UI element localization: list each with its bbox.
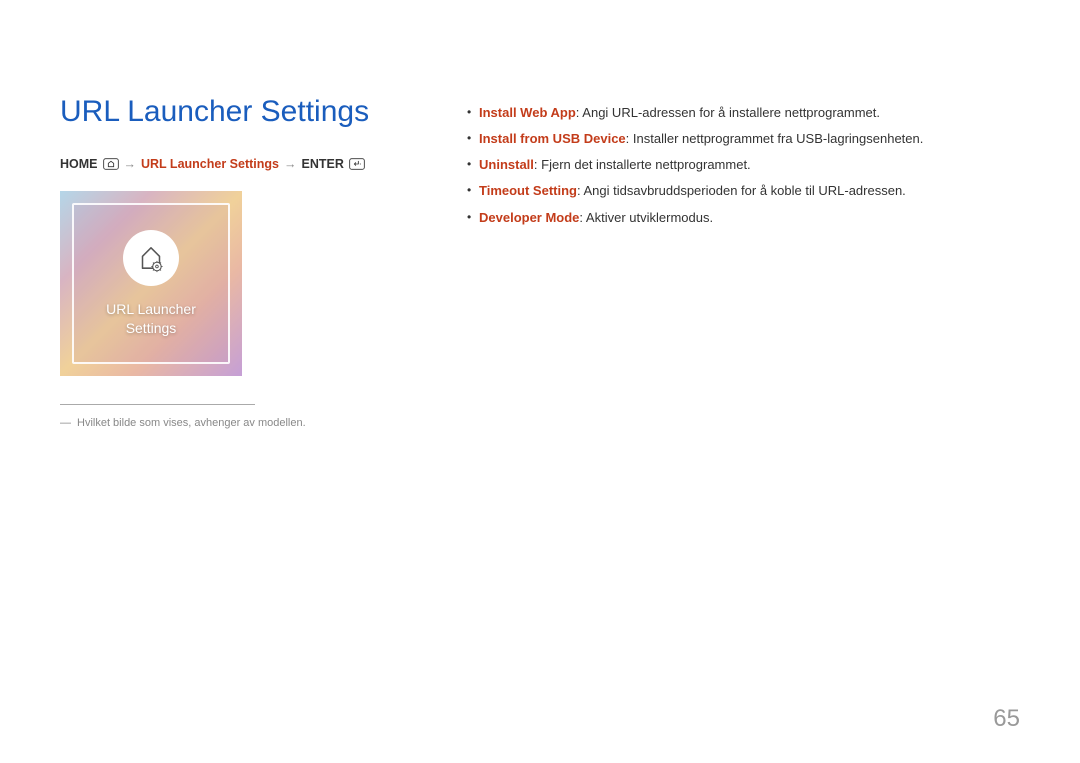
- setting-key: Uninstall: [479, 157, 534, 172]
- setting-desc: : Installer nettprogrammet fra USB-lagri…: [626, 131, 924, 146]
- setting-key: Install from USB Device: [479, 131, 626, 146]
- breadcrumb-middle: URL Launcher Settings: [141, 157, 279, 171]
- enter-icon: [349, 158, 365, 170]
- breadcrumb-arrow: →: [124, 157, 137, 171]
- setting-desc: : Aktiver utviklermodus.: [579, 210, 713, 225]
- footnote-dash: ―: [60, 417, 71, 429]
- list-item: Timeout Setting: Angi tidsavbruddsperiod…: [465, 181, 1020, 201]
- setting-key: Install Web App: [479, 105, 576, 120]
- breadcrumb-home: HOME: [60, 157, 98, 171]
- page-number: 65: [993, 705, 1020, 733]
- house-gear-icon: [123, 230, 179, 286]
- list-item: Uninstall: Fjern det installerte nettpro…: [465, 155, 1020, 175]
- home-icon: [103, 158, 119, 170]
- setting-key: Developer Mode: [479, 210, 579, 225]
- breadcrumb: HOME → URL Launcher Settings → ENTER: [60, 157, 430, 171]
- page-title: URL Launcher Settings: [60, 95, 430, 129]
- thumbnail-label-line2: Settings: [106, 319, 196, 338]
- thumbnail-tile: URL Launcher Settings: [60, 191, 242, 376]
- setting-desc: : Angi URL-adressen for å installere net…: [576, 105, 880, 120]
- footnote-text: Hvilket bilde som vises, avhenger av mod…: [77, 417, 306, 429]
- breadcrumb-enter: ENTER: [301, 157, 343, 171]
- footnote: ― Hvilket bilde som vises, avhenger av m…: [60, 417, 430, 429]
- settings-list: Install Web App: Angi URL-adressen for å…: [465, 103, 1020, 228]
- breadcrumb-arrow: →: [284, 157, 297, 171]
- setting-desc: : Fjern det installerte nettprogrammet.: [534, 157, 751, 172]
- thumbnail-label: URL Launcher Settings: [106, 300, 196, 338]
- list-item: Install Web App: Angi URL-adressen for å…: [465, 103, 1020, 123]
- setting-desc: : Angi tidsavbruddsperioden for å koble …: [577, 183, 906, 198]
- list-item: Install from USB Device: Installer nettp…: [465, 129, 1020, 149]
- thumbnail-label-line1: URL Launcher: [106, 300, 196, 319]
- setting-key: Timeout Setting: [479, 183, 577, 198]
- footnote-separator: [60, 404, 255, 405]
- list-item: Developer Mode: Aktiver utviklermodus.: [465, 208, 1020, 228]
